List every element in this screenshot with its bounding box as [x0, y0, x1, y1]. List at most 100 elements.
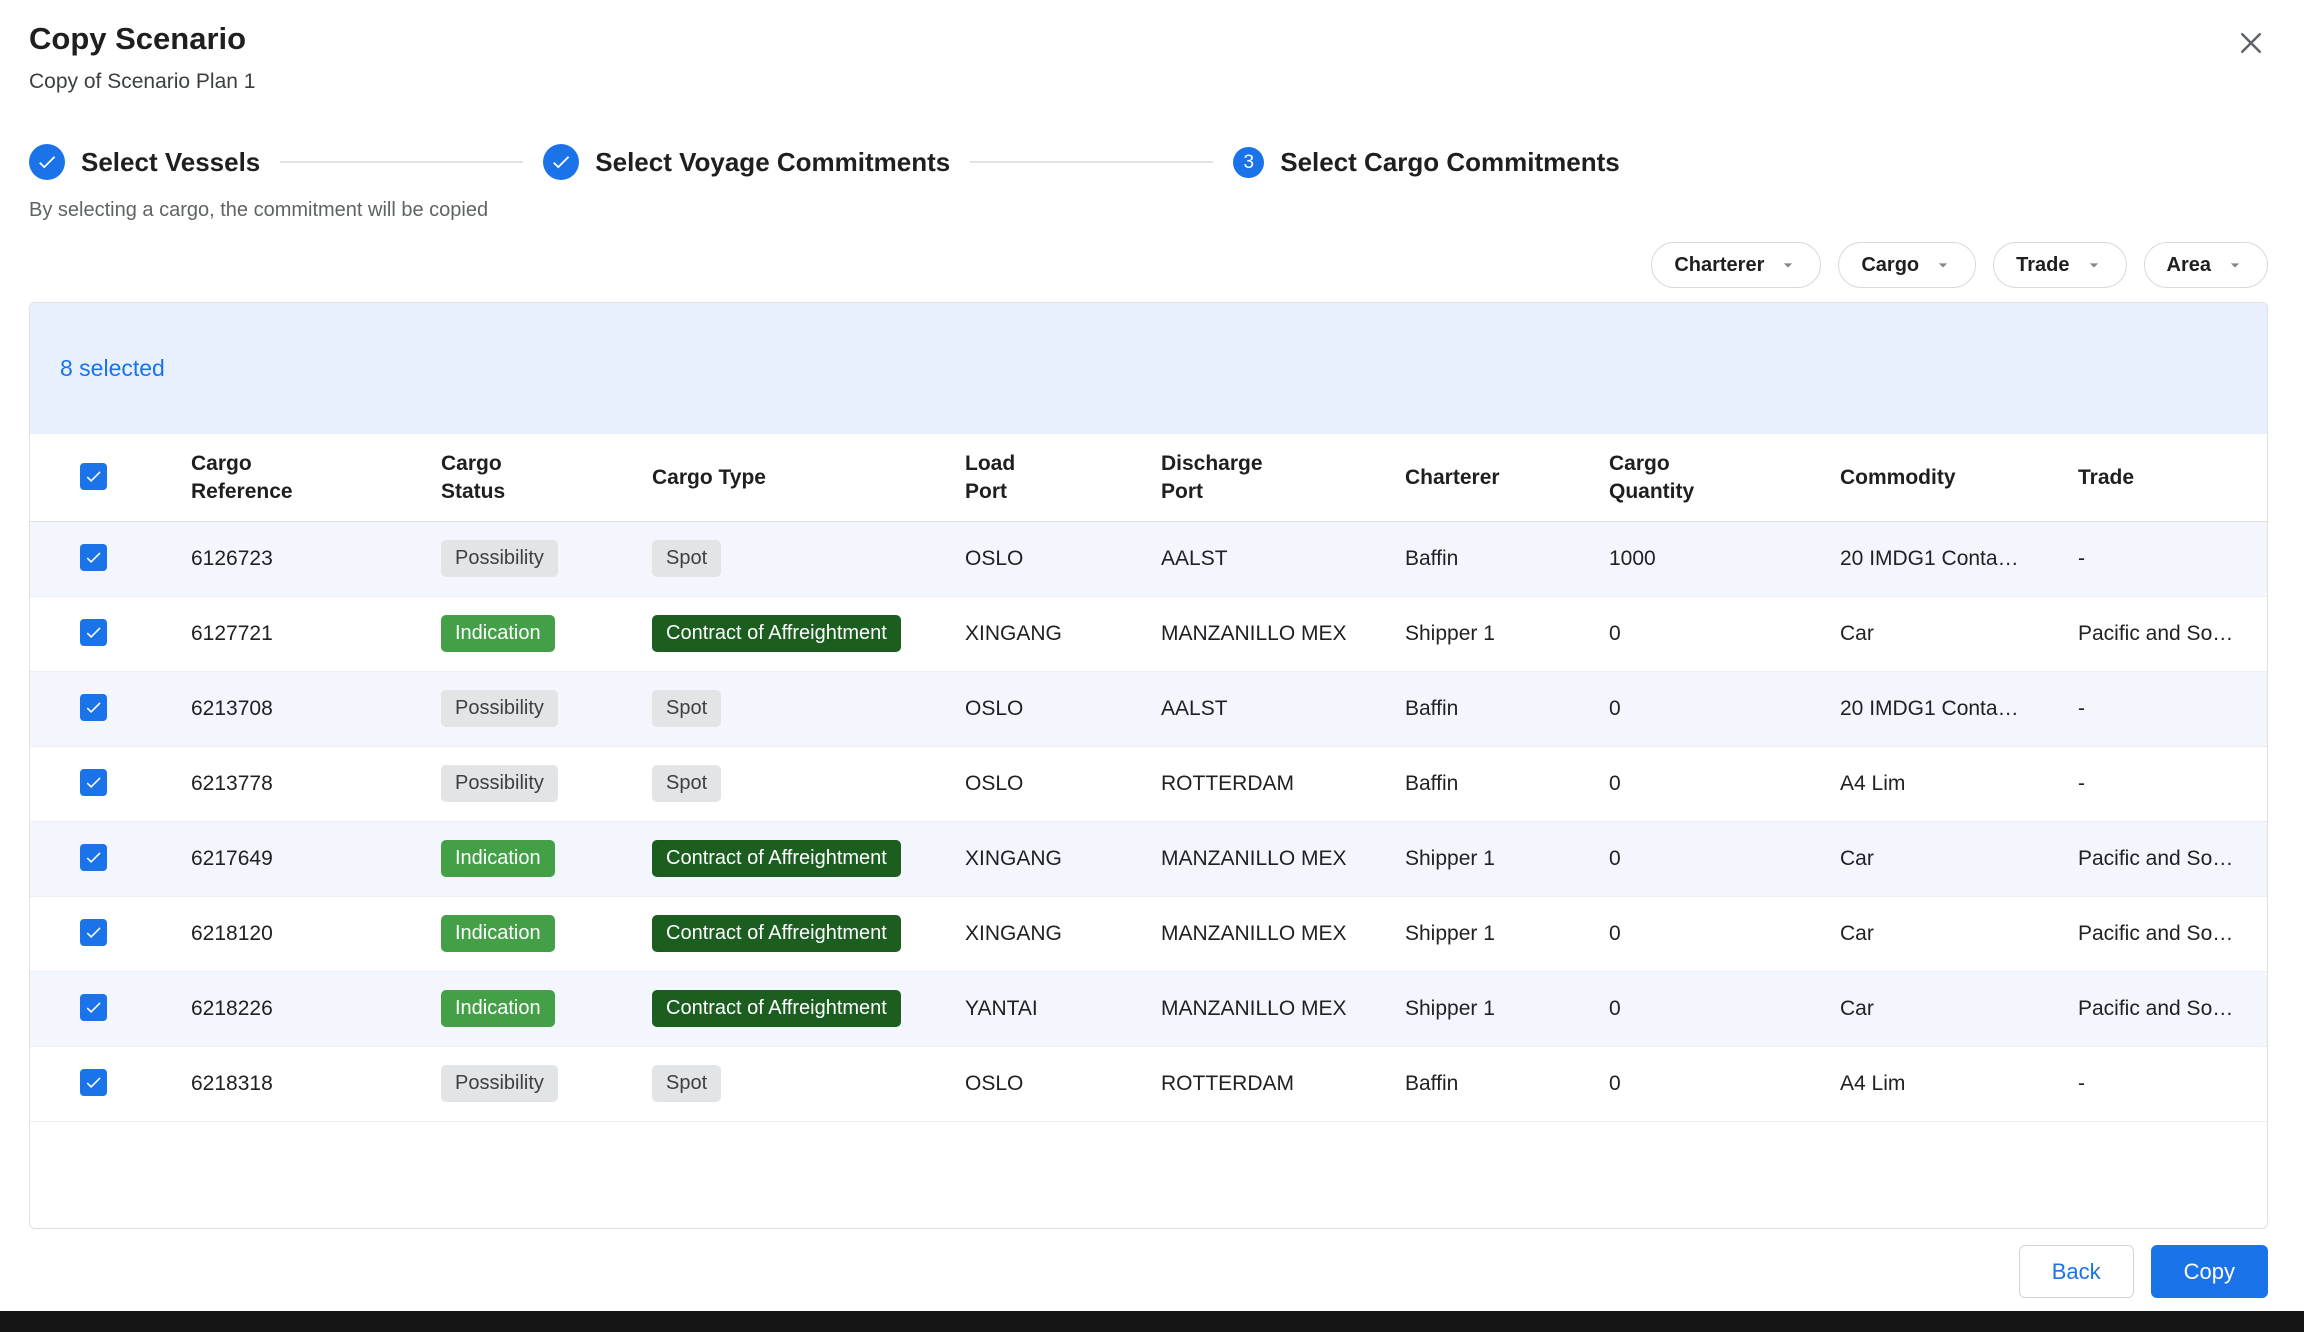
cell-cargo-status: Indication — [441, 896, 652, 971]
cell-discharge-port: ROTTERDAM — [1161, 746, 1405, 821]
filter-label: Trade — [2016, 254, 2069, 277]
row-checkbox[interactable] — [80, 544, 107, 571]
cargo-commitments-table: 8 selected CargoReference CargoStatus Ca… — [29, 302, 2268, 1229]
table-row[interactable]: 6218318 Possibility Spot OSLO ROTTERDAM … — [30, 1046, 2267, 1121]
table-row[interactable]: 6218226 Indication Contract of Affreight… — [30, 971, 2267, 1046]
cell-cargo-quantity: 0 — [1609, 746, 1840, 821]
cargo-status-badge: Indication — [441, 840, 555, 877]
cell-commodity: 20 IMDG1 Conta… — [1840, 671, 2078, 746]
row-checkbox[interactable] — [80, 694, 107, 721]
cell-cargo-type: Spot — [652, 746, 965, 821]
cell-cargo-reference: 6218120 — [191, 896, 441, 971]
row-checkbox[interactable] — [80, 1069, 107, 1096]
table-row[interactable]: 6126723 Possibility Spot OSLO AALST Baff… — [30, 521, 2267, 596]
cell-discharge-port: AALST — [1161, 671, 1405, 746]
step-completed-check-icon — [543, 144, 579, 180]
cell-cargo-status: Possibility — [441, 671, 652, 746]
cell-load-port: OSLO — [965, 746, 1161, 821]
table-body: 6126723 Possibility Spot OSLO AALST Baff… — [30, 521, 2267, 1121]
cell-cargo-quantity: 0 — [1609, 971, 1840, 1046]
step-select-cargo-commitments[interactable]: 3 Select Cargo Commitments — [1233, 147, 1620, 178]
filter-label: Charterer — [1674, 254, 1764, 277]
table-row[interactable]: 6213778 Possibility Spot OSLO ROTTERDAM … — [30, 746, 2267, 821]
cell-discharge-port: MANZANILLO MEX — [1161, 971, 1405, 1046]
table-row[interactable]: 6213708 Possibility Spot OSLO AALST Baff… — [30, 671, 2267, 746]
cell-cargo-status: Indication — [441, 821, 652, 896]
step-number-badge: 3 — [1233, 147, 1264, 178]
cell-trade: - — [2078, 521, 2267, 596]
table-row[interactable]: 6127721 Indication Contract of Affreight… — [30, 596, 2267, 671]
selection-summary-bar: 8 selected — [30, 303, 2267, 434]
column-header-cargo-quantity: CargoQuantity — [1609, 434, 1840, 521]
cell-load-port: OSLO — [965, 521, 1161, 596]
cell-trade: - — [2078, 746, 2267, 821]
cell-cargo-reference: 6127721 — [191, 596, 441, 671]
step-label: Select Vessels — [81, 147, 260, 178]
step-select-vessels[interactable]: Select Vessels — [29, 144, 260, 180]
cell-cargo-type: Spot — [652, 521, 965, 596]
cell-discharge-port: MANZANILLO MEX — [1161, 596, 1405, 671]
cell-cargo-reference: 6126723 — [191, 521, 441, 596]
cell-commodity: A4 Lim — [1840, 746, 2078, 821]
column-header-load-port: LoadPort — [965, 434, 1161, 521]
column-header-commodity: Commodity — [1840, 434, 2078, 521]
copy-button[interactable]: Copy — [2151, 1245, 2268, 1298]
chevron-down-icon — [1778, 255, 1798, 275]
cell-commodity: Car — [1840, 596, 2078, 671]
filter-label: Cargo — [1861, 254, 1919, 277]
cell-trade: Pacific and So… — [2078, 971, 2267, 1046]
row-checkbox[interactable] — [80, 619, 107, 646]
cell-cargo-status: Possibility — [441, 1046, 652, 1121]
cell-cargo-reference: 6217649 — [191, 821, 441, 896]
cell-cargo-quantity: 0 — [1609, 896, 1840, 971]
row-checkbox[interactable] — [80, 844, 107, 871]
cell-load-port: OSLO — [965, 1046, 1161, 1121]
cell-cargo-type: Contract of Affreightment — [652, 821, 965, 896]
filter-cargo-dropdown[interactable]: Cargo — [1838, 242, 1976, 288]
filter-charterer-dropdown[interactable]: Charterer — [1651, 242, 1821, 288]
cargo-type-badge: Spot — [652, 690, 721, 727]
cell-trade: - — [2078, 671, 2267, 746]
column-header-cargo-type: Cargo Type — [652, 434, 965, 521]
step-select-voyage-commitments[interactable]: Select Voyage Commitments — [543, 144, 950, 180]
cell-discharge-port: MANZANILLO MEX — [1161, 896, 1405, 971]
cell-cargo-type: Spot — [652, 671, 965, 746]
step-completed-check-icon — [29, 144, 65, 180]
cargo-type-badge: Contract of Affreightment — [652, 915, 901, 952]
cargo-status-badge: Possibility — [441, 540, 558, 577]
column-header-discharge-port: DischargePort — [1161, 434, 1405, 521]
select-all-checkbox[interactable] — [80, 463, 107, 490]
cell-commodity: Car — [1840, 896, 2078, 971]
cell-charterer: Baffin — [1405, 1046, 1609, 1121]
cell-cargo-quantity: 0 — [1609, 596, 1840, 671]
row-checkbox[interactable] — [80, 919, 107, 946]
filter-area-dropdown[interactable]: Area — [2144, 242, 2268, 288]
chevron-down-icon — [2084, 255, 2104, 275]
cell-cargo-reference: 6213708 — [191, 671, 441, 746]
column-header-cargo-reference: CargoReference — [191, 434, 441, 521]
modal-subtitle: Copy of Scenario Plan 1 — [29, 69, 2268, 94]
cargo-type-badge: Spot — [652, 1065, 721, 1102]
cell-load-port: XINGANG — [965, 596, 1161, 671]
background-app-edge — [0, 1311, 2304, 1332]
back-button[interactable]: Back — [2019, 1245, 2134, 1298]
table-row[interactable]: 6217649 Indication Contract of Affreight… — [30, 821, 2267, 896]
column-header-trade: Trade — [2078, 434, 2267, 521]
table-row[interactable]: 6218120 Indication Contract of Affreight… — [30, 896, 2267, 971]
modal-footer: Back Copy — [0, 1245, 2268, 1298]
step-label: Select Cargo Commitments — [1280, 147, 1620, 178]
cell-charterer: Baffin — [1405, 521, 1609, 596]
cell-cargo-status: Indication — [441, 971, 652, 1046]
step-connector — [280, 161, 523, 163]
cargo-status-badge: Indication — [441, 915, 555, 952]
row-checkbox[interactable] — [80, 769, 107, 796]
cell-discharge-port: MANZANILLO MEX — [1161, 821, 1405, 896]
cell-cargo-status: Possibility — [441, 746, 652, 821]
filter-trade-dropdown[interactable]: Trade — [1993, 242, 2126, 288]
row-checkbox[interactable] — [80, 994, 107, 1021]
cell-trade: - — [2078, 1046, 2267, 1121]
cell-cargo-quantity: 0 — [1609, 1046, 1840, 1121]
chevron-down-icon — [2225, 255, 2245, 275]
close-icon[interactable] — [2230, 22, 2272, 64]
step-label: Select Voyage Commitments — [595, 147, 950, 178]
